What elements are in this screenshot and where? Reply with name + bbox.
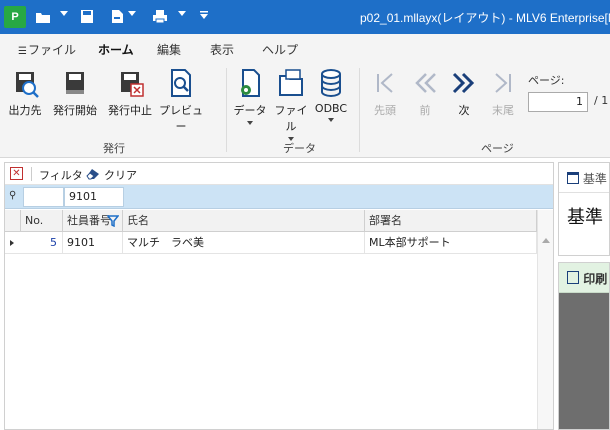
column-header-emp-no[interactable]: 社員番号 [63,210,123,232]
cell-name[interactable]: マルチ ラベ美 [123,232,365,254]
data-dropdown-arrow [247,121,253,125]
start-publish-icon [60,68,90,98]
menu-view[interactable]: 表示 [210,41,234,58]
folder-open-icon[interactable] [35,10,51,24]
next-page-icon [449,68,479,98]
filter-funnel-icon[interactable] [107,215,119,227]
close-filter-icon[interactable]: ✕ [10,167,23,180]
stop-publish-button[interactable]: 発行中止 [104,68,156,118]
qat-dropdown-arrow-2[interactable] [128,11,136,16]
menu-edit[interactable]: 編集 [157,41,181,58]
filter-row: ⚲ 9101 [5,185,553,209]
data-icon [235,68,265,98]
file-icon [276,68,306,98]
data-button[interactable]: データ [233,68,267,125]
prev-page-icon [410,68,440,98]
calendar-icon [567,172,579,184]
first-page-icon [370,68,400,98]
row-header-corner [5,210,21,232]
stop-publish-icon [115,68,145,98]
group-label-page: ページ [481,142,514,155]
filter-pin-icon: ⚲ [9,190,17,201]
right-panel: 基準 基準 印刷 [558,162,610,430]
prev-page-button[interactable]: 前 [409,68,441,118]
cell-emp-no[interactable]: 9101 [63,232,123,254]
menu-file[interactable]: ☰ファイル [18,41,76,58]
scroll-up-arrow-icon[interactable] [542,238,550,243]
last-page-button[interactable]: 末尾 [487,68,519,118]
next-page-button[interactable]: 次 [448,68,480,118]
menu-home[interactable]: ホーム [94,41,138,65]
ribbon: 出力先 発行開始 発行中止 プレビュー 発行 データ ファイル ODBC データ… [0,62,610,158]
vertical-scrollbar[interactable] [537,210,553,429]
cell-dept[interactable]: ML本部サポート [365,232,537,254]
column-header-dept[interactable]: 部署名 [365,210,537,232]
filter-button[interactable]: フィルタ [39,167,83,183]
ribbon-separator-2 [359,68,360,152]
reference-panel-header: 基準 [559,163,609,193]
current-row-indicator-icon [10,240,14,246]
customize-qat-icon[interactable] [199,10,209,20]
odbc-button[interactable]: ODBC [313,68,349,122]
toolbar-divider [31,167,32,181]
odbc-dropdown-arrow [328,118,334,122]
group-label-data: データ [283,142,316,155]
filter-cell-emp-no[interactable]: 9101 [64,187,124,207]
page-number-input[interactable]: 1 [528,92,588,112]
save-icon[interactable] [80,9,94,24]
print-panel: 印刷 [558,262,610,430]
window-title: p02_01.mllayx(レイアウト) - MLV6 Enterprise[M… [360,11,610,25]
print-preview-icon [567,271,579,284]
start-publish-button[interactable]: 発行開始 [49,68,101,118]
output-destination-button[interactable]: 出力先 [5,68,45,118]
data-grid-panel: ✕ フィルタ クリア ⚲ 9101 No. 社員番号 氏名 部署名 5 9101… [4,162,554,430]
title-bar: P p02_01.mllayx(レイアウト) - MLV6 Enterprise… [0,0,610,34]
database-icon [316,68,346,98]
table-row[interactable]: 5 9101 マルチ ラベ美 ML本部サポート [5,232,553,254]
last-page-icon [488,68,518,98]
reference-panel: 基準 基準 [558,162,610,256]
column-header-name[interactable]: 氏名 [123,210,365,232]
filter-toolbar: ✕ フィルタ クリア [5,163,553,185]
print-icon[interactable] [152,9,168,24]
reference-panel-body: 基準 [567,207,603,228]
hamburger-icon: ☰ [18,46,27,57]
menu-help[interactable]: ヘルプ [262,41,298,58]
page-label: ページ: [528,74,565,87]
print-panel-header: 印刷 [559,263,609,293]
export-icon[interactable] [110,9,124,24]
preview-button[interactable]: プレビュー [157,68,205,134]
grid-header-row: No. 社員番号 氏名 部署名 [5,210,553,232]
page-total: / 1 [594,94,609,107]
ribbon-separator [226,68,227,152]
column-header-no[interactable]: No. [21,210,63,232]
preview-icon [166,68,196,98]
cell-no[interactable]: 5 [21,232,63,254]
menu-bar: ☰ファイル ホーム 編集 表示 ヘルプ [0,34,610,65]
group-label-publish: 発行 [103,142,125,155]
output-destination-icon [10,68,40,98]
qat-dropdown-arrow-3[interactable] [178,11,186,16]
file-button[interactable]: ファイル [271,68,311,141]
app-icon: P [4,6,26,28]
eraser-icon[interactable] [86,168,100,180]
first-page-button[interactable]: 先頭 [369,68,401,118]
qat-dropdown-arrow[interactable] [60,11,68,16]
clear-button[interactable]: クリア [104,167,137,183]
filter-cell-no[interactable] [23,187,64,207]
